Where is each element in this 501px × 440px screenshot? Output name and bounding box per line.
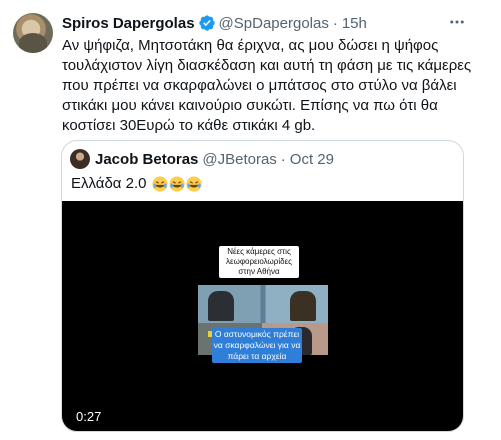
tweet-header: Spiros Dapergolas @SpDapergolas · 15h bbox=[62, 13, 367, 33]
caption-line: Ο αστυνομικός πρέπει bbox=[214, 329, 300, 339]
quoted-author-avatar[interactable] bbox=[70, 149, 90, 169]
video-duration-badge: 0:27 bbox=[72, 409, 106, 425]
quoted-tweet-header: Jacob Betoras @JBetoras · Oct 29 bbox=[95, 149, 334, 169]
caption-line: Νέες κάμερες στις bbox=[227, 247, 291, 256]
tweet-text-line: που πρέπει να σκαρφαλώνει ο μπάτσος στο … bbox=[62, 77, 457, 94]
video-caption-top: Νέες κάμερες στις λεωφορειολωρίδες στην … bbox=[219, 246, 299, 278]
tweet[interactable]: Spiros Dapergolas @SpDapergolas · 15h Αν… bbox=[0, 0, 501, 440]
tweet-text-line: Αν ψήφιζα, Μητσοτάκη θα έριχνα, ας μου δ… bbox=[62, 37, 439, 54]
video-caption-bottom: Ο αστυνομικός πρέπει να σκαρφαλώνει για … bbox=[212, 328, 302, 363]
verified-badge-icon bbox=[198, 14, 216, 32]
caption-line: λεωφορειολωρίδες bbox=[226, 257, 292, 266]
header-separator: · bbox=[332, 14, 338, 32]
tweet-text: Αν ψήφιζα, Μητσοτάκη θα έριχνα, ας μου δ… bbox=[62, 36, 482, 136]
quoted-text: Ελλάδα 2.0 bbox=[71, 175, 147, 192]
caption-line: να σκαρφαλώνει για να bbox=[213, 340, 301, 350]
more-options-button[interactable] bbox=[446, 12, 468, 32]
tweet-timestamp[interactable]: 15h bbox=[342, 15, 367, 32]
author-handle[interactable]: @SpDapergolas bbox=[219, 15, 329, 32]
laughing-emoji-icon bbox=[151, 176, 168, 192]
quoted-author-handle[interactable]: @JBetoras bbox=[202, 151, 276, 168]
author-name[interactable]: Spiros Dapergolas bbox=[62, 15, 195, 32]
quoted-tweet-timestamp[interactable]: Oct 29 bbox=[290, 151, 334, 168]
tweet-text-line: τουλάχιστον λίγη διασκέδαση και αυτή τη … bbox=[62, 57, 472, 74]
author-avatar[interactable] bbox=[13, 13, 53, 53]
video-player[interactable]: Νέες κάμερες στις λεωφορειολωρίδες στην … bbox=[62, 201, 463, 431]
quoted-tweet[interactable]: Jacob Betoras @JBetoras · Oct 29 Ελλάδα … bbox=[61, 140, 464, 432]
quoted-tweet-text: Ελλάδα 2.0 bbox=[71, 174, 202, 194]
caption-line: στην Αθήνα bbox=[238, 267, 280, 276]
quoted-header-separator: · bbox=[280, 150, 286, 168]
quoted-author-name[interactable]: Jacob Betoras bbox=[95, 151, 198, 168]
laughing-emoji-icon bbox=[168, 176, 185, 192]
laughing-emoji-icon bbox=[185, 176, 202, 192]
tweet-text-line: στικάκι μου κάνει καινούριο συκώτι. Επίσ… bbox=[62, 97, 438, 114]
caption-line: πάρει τα αρχεία bbox=[227, 351, 287, 361]
tweet-text-line: κοστίσει 30Ευρώ το κάθε στικάκι 4 gb. bbox=[62, 117, 316, 134]
more-dots-icon bbox=[450, 20, 464, 24]
